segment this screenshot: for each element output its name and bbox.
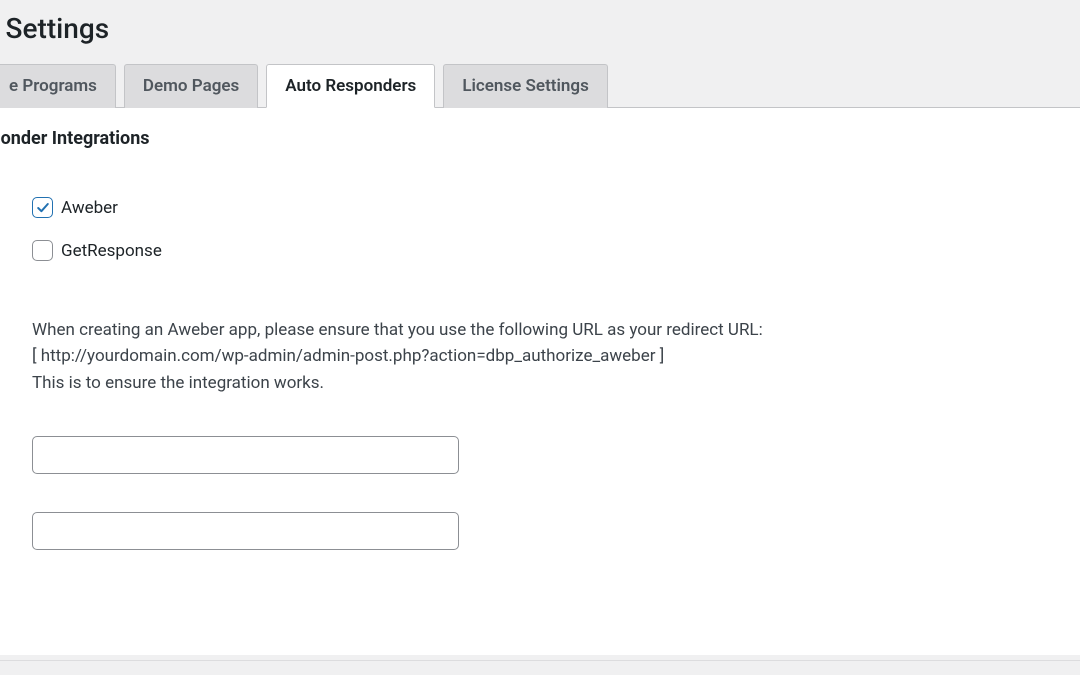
page-title: gin Settings: [0, 12, 1080, 63]
tab-demo-pages[interactable]: Demo Pages: [124, 64, 258, 108]
checkbox-getresponse[interactable]: [32, 240, 53, 261]
tab-programs[interactable]: e Programs: [0, 64, 116, 108]
tab-license-settings[interactable]: License Settings: [443, 64, 608, 108]
description-line-1: When creating an Aweber app, please ensu…: [32, 317, 1080, 343]
input-group: [0, 436, 1080, 550]
checkbox-group: Aweber GetResponse: [0, 197, 1080, 261]
checkmark-icon: [35, 200, 51, 216]
tabs-nav: e Programs Demo Pages Auto Responders Li…: [0, 63, 1080, 107]
input-field-1[interactable]: [32, 436, 459, 474]
section-title: Responder Integrations: [0, 128, 1080, 149]
description-line-2: [ http://yourdomain.com/wp-admin/admin-p…: [32, 343, 1080, 369]
content-panel: Responder Integrations Aweber GetRespons…: [0, 107, 1080, 655]
tab-auto-responders[interactable]: Auto Responders: [266, 64, 435, 108]
input-field-2[interactable]: [32, 512, 459, 550]
description-line-3: This is to ensure the integration works.: [32, 370, 1080, 396]
footer-divider: [0, 660, 1080, 661]
description-block: When creating an Aweber app, please ensu…: [0, 317, 1080, 396]
checkbox-row-getresponse: GetResponse: [32, 240, 1080, 261]
checkbox-row-aweber: Aweber: [32, 197, 1080, 218]
checkbox-label-getresponse: GetResponse: [61, 241, 162, 261]
checkbox-label-aweber: Aweber: [61, 198, 118, 218]
checkbox-aweber[interactable]: [32, 197, 53, 218]
